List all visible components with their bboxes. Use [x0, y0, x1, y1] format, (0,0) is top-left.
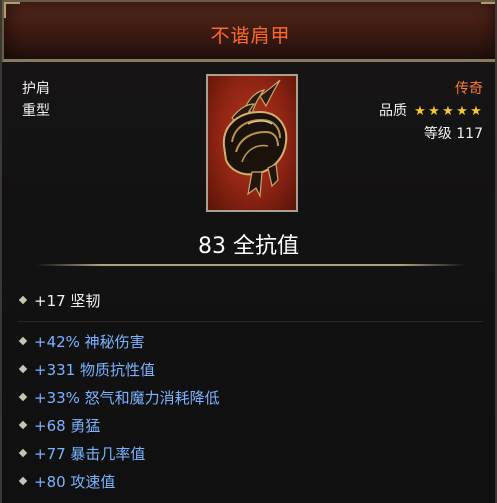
affix-text: +42% 神秘伤害	[34, 333, 145, 351]
item-meta-info: 传奇 品质 ★ ★ ★ ★ ★ 等级 117	[379, 78, 483, 145]
level-label: 等级	[423, 126, 452, 142]
base-stat: +17 坚韧	[18, 290, 101, 312]
item-slot: 护肩	[22, 81, 50, 97]
star-icon: ★	[456, 104, 468, 119]
diamond-bullet-icon	[18, 364, 28, 373]
diamond-bullet-icon	[18, 420, 28, 429]
item-type-info: 护肩 重型	[22, 78, 50, 122]
quality-row: 品质 ★ ★ ★ ★ ★	[379, 100, 483, 123]
level-row: 等级 117	[379, 123, 483, 145]
affix-line: +33% 怒气和魔力消耗降低	[18, 387, 220, 409]
star-icon: ★	[470, 104, 482, 119]
pauldron-icon	[222, 79, 288, 199]
quality-label: 品质	[379, 103, 407, 119]
affix-line: +80 攻速值	[18, 471, 116, 493]
diamond-bullet-icon	[18, 295, 28, 304]
affix-line: +331 物质抗性值	[18, 359, 155, 381]
item-name: 不谐肩甲	[210, 25, 291, 47]
affix-text: +77 暴击几率值	[34, 445, 146, 463]
diamond-bullet-icon	[18, 476, 28, 485]
diamond-bullet-icon	[18, 336, 28, 345]
header-corner-right	[481, 2, 495, 18]
item-icon-frame	[206, 74, 298, 212]
affix-text: +331 物质抗性值	[34, 361, 155, 379]
item-weight: 重型	[22, 103, 50, 119]
quality-stars: ★ ★ ★ ★ ★	[413, 101, 483, 123]
diamond-bullet-icon	[18, 392, 28, 401]
header-divider	[36, 264, 466, 266]
star-icon: ★	[414, 104, 426, 119]
item-rarity: 传奇	[455, 81, 483, 97]
resistance-value: 83 全抗值	[198, 234, 299, 259]
affix-text: +80 攻速值	[34, 473, 116, 491]
tooltip-header: 不谐肩甲	[2, 0, 495, 62]
diamond-bullet-icon	[18, 448, 28, 457]
affix-text: +33% 怒气和魔力消耗降低	[34, 389, 220, 407]
affix-text: +68 勇猛	[34, 417, 101, 435]
affix-line: +68 勇猛	[18, 415, 101, 437]
level-value: 117	[456, 126, 483, 142]
affix-line: +77 暴击几率值	[18, 443, 146, 465]
star-icon: ★	[428, 104, 440, 119]
header-corner-left	[4, 2, 20, 18]
item-tooltip: 不谐肩甲 护肩 重型 传奇 品质 ★ ★ ★ ★ ★ 等级 117 83 全抗值…	[0, 0, 497, 503]
stat-separator	[18, 321, 483, 322]
affix-line: +42% 神秘伤害	[18, 331, 145, 353]
base-stat-text: +17 坚韧	[34, 292, 101, 310]
star-icon: ★	[442, 104, 454, 119]
